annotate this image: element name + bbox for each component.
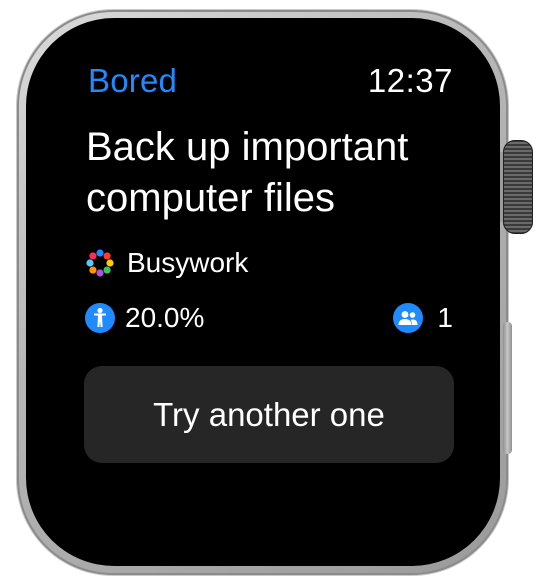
clock-time: 12:37 <box>367 62 453 99</box>
watch-frame: Bored 12:37 Back up important computer f… <box>0 0 538 579</box>
icon-dot <box>89 252 97 260</box>
try-another-button[interactable]: Try another one <box>84 366 454 463</box>
icon-dot <box>89 266 97 274</box>
people-icon <box>393 303 424 333</box>
digital-crown[interactable] <box>503 140 533 234</box>
icon-dot <box>96 269 104 277</box>
activity-title: Back up important computer files <box>86 125 409 220</box>
app-title[interactable]: Bored <box>88 62 177 100</box>
watch-screen: Bored 12:37 Back up important computer f… <box>60 50 470 520</box>
side-button[interactable] <box>503 322 512 454</box>
activity-stats-row: 20.0% 1 <box>85 302 453 334</box>
multicolor-dots-icon <box>86 249 114 277</box>
accessibility-value: 20.0% <box>125 302 205 333</box>
participants-value: 1 <box>437 302 453 333</box>
activity-type-label: Busywork <box>127 247 249 278</box>
icon-dot <box>86 259 94 267</box>
icon-dot <box>103 252 111 260</box>
icon-dot <box>103 266 111 274</box>
icon-dot <box>106 259 114 267</box>
participants-stat: 1 <box>393 302 453 334</box>
status-bar: Bored 12:37 <box>88 62 453 102</box>
accessibility-stat: 20.0% <box>85 302 204 334</box>
icon-dot <box>96 249 104 257</box>
activity-type-row: Busywork <box>85 247 249 278</box>
accessibility-person-icon <box>85 303 115 333</box>
